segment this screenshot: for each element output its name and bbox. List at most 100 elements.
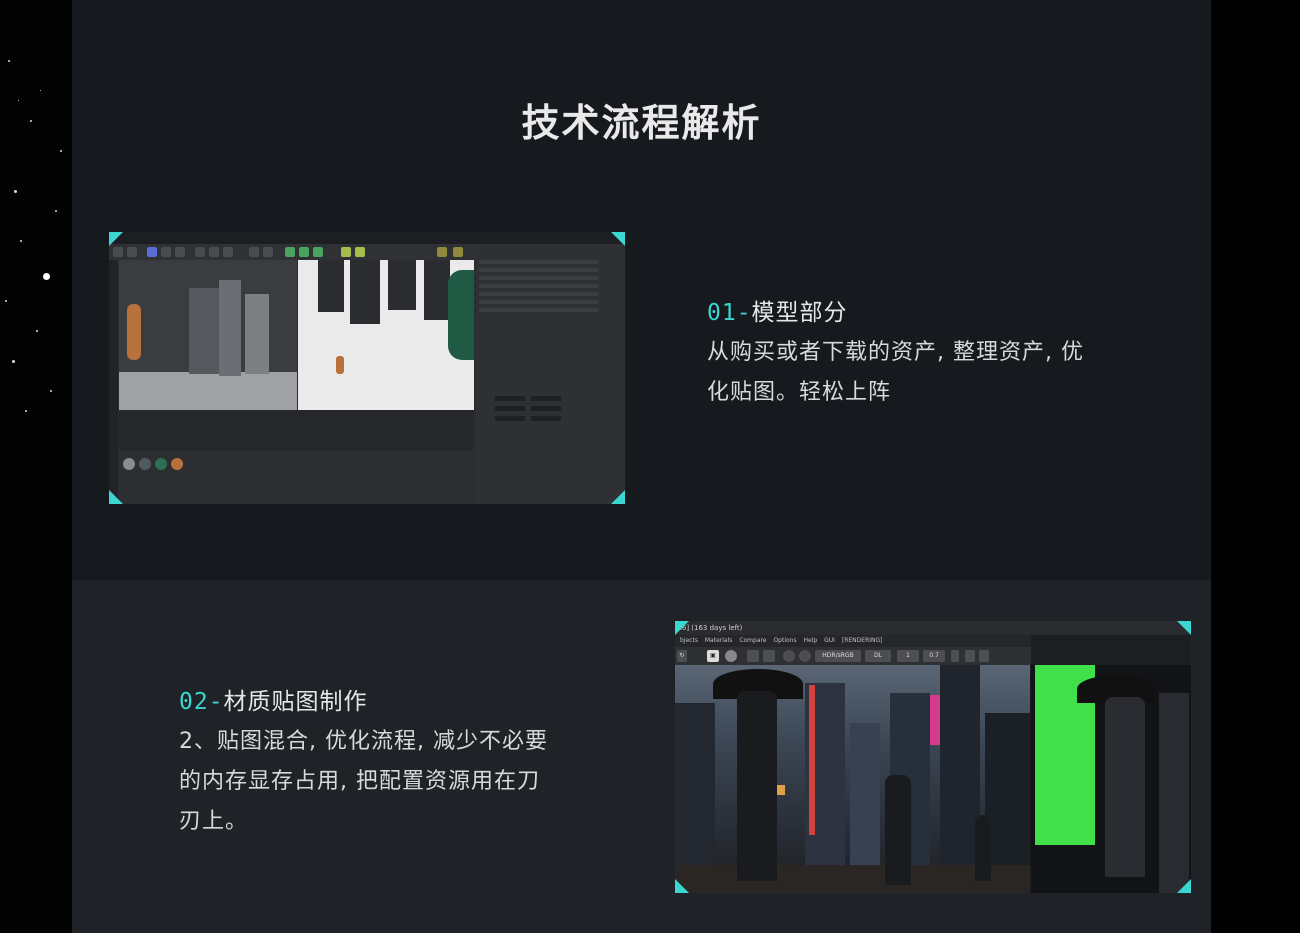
generator-icon [313,247,323,257]
c4d-viewport-menu [1031,621,1191,635]
attribute-field [495,396,525,401]
section-02-title: 材质贴图制作 [223,689,368,715]
section-02-line-3: 刃上。 [179,809,249,834]
corner-accent [675,879,689,893]
corner-accent [1177,621,1191,635]
character-model [127,304,141,360]
object-and-attribute-panels [475,244,625,504]
object-row [479,308,599,312]
render-settings-icon [263,247,273,257]
cyberpunk-city-render [675,665,1030,893]
floor-plane [119,372,297,410]
star [8,60,10,62]
move-tool-icon [147,247,157,257]
section-02-number: 02- [179,689,224,715]
value-field-a[interactable]: 1 [897,650,919,662]
value-field-b[interactable]: 0.7 [923,650,945,662]
film-icon[interactable] [965,650,975,662]
building-block [350,260,380,324]
c4d-menubar [109,232,625,244]
menu-materials[interactable]: Materials [705,637,733,644]
spline-icon [299,247,309,257]
object-row [479,276,599,280]
color-space-select[interactable]: HDR/sRGB [815,650,861,662]
menu-gui[interactable]: GUI [824,637,835,644]
render-toolbar: ↻ ▣ HDR/sRGB DL 1 0.7 [675,647,1031,665]
corner-accent [675,621,689,635]
rotate-tool-icon [175,247,185,257]
building-block [318,260,344,312]
star [20,240,22,242]
menu-options[interactable]: Options [773,637,796,644]
axis-z-icon [223,247,233,257]
attribute-field [495,406,525,411]
material-swatch [123,458,135,470]
camera-snapshot-icon[interactable] [979,650,989,662]
building-block [424,260,450,320]
building-block [245,294,269,374]
section-02-heading: 02-材质贴图制作 [179,682,368,716]
object-row [479,260,599,264]
camera-icon [341,247,351,257]
refresh-icon[interactable]: ↻ [677,650,687,662]
corner-accent [611,232,625,246]
material-swatch [171,458,183,470]
material-swatch [155,458,167,470]
menu-objects[interactable]: bjects [680,637,698,644]
section-01-number: 01- [707,300,752,326]
star [14,190,17,193]
axis-y-icon [209,247,219,257]
cinema4d-modeling-screenshot [109,232,625,504]
object-row [479,284,599,288]
star [50,390,52,392]
object-row [479,268,599,272]
attribute-field [531,416,561,421]
undo-icon [113,247,123,257]
timeline-panel [119,410,474,450]
section-01-description: 从购买或者下载的资产, 整理资产, 优 化贴图。轻松上阵 [707,333,1167,413]
menu-help[interactable]: Help [804,637,818,644]
corner-accent [1177,879,1191,893]
render-window-menu: bjects Materials Compare Options Help GU… [675,635,1031,647]
c4d-toolbar [109,244,479,260]
material-manager [119,450,474,504]
pick-icon[interactable] [783,650,795,662]
section-02-line-2: 的内存显存占用, 把配置资源用在刀 [179,769,540,794]
attribute-field [531,406,561,411]
building-block [189,288,219,374]
attribute-field [531,396,561,401]
sphere-icon[interactable] [725,650,737,662]
star [12,360,15,363]
star [5,300,7,302]
pedestrian [885,775,911,885]
kernel-select[interactable]: DL [865,650,891,662]
viewport-perspective [298,260,474,410]
settings-icon[interactable] [951,650,959,662]
neon-sign [809,685,815,835]
page-title: 技术流程解析 [521,101,762,145]
section-01-heading: 01-模型部分 [707,293,848,327]
starfield-background-left [0,0,72,933]
object-row [479,292,599,296]
lock-icon[interactable]: ▣ [707,650,719,662]
c4d-left-toolbar [109,260,118,504]
rendering-status: [RENDERING] [841,637,883,644]
octane-icon [437,247,447,257]
corner-accent [611,490,625,504]
star [30,120,32,122]
skyscraper [940,665,980,893]
section-02-description: 2、贴图混合, 优化流程, 减少不必要 的内存显存占用, 把配置资源用在刀 刃上… [179,722,639,842]
section-01-line-1: 从购买或者下载的资产, 整理资产, 优 [707,340,1084,365]
skyscraper [1159,693,1189,893]
viewport-camera [119,260,297,410]
star [25,410,27,412]
menu-compare[interactable]: Compare [739,637,766,644]
star [18,100,19,101]
character-model [336,356,344,374]
axis-x-icon [195,247,205,257]
focus-icon[interactable] [763,650,775,662]
material-pick-icon[interactable] [799,650,811,662]
star [60,150,62,152]
section-01-title: 模型部分 [751,300,848,326]
region-icon[interactable] [747,650,759,662]
